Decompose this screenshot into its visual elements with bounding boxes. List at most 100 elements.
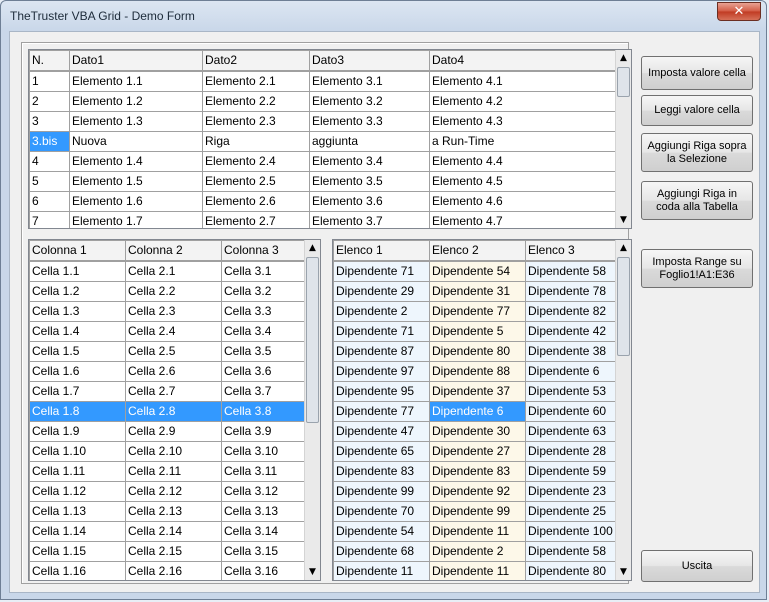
table-cell[interactable]: Cella 1.16 <box>29 561 126 580</box>
table-row[interactable]: Cella 1.2 Cella 2.2 Cella 3.2 <box>29 281 306 302</box>
table-cell[interactable]: Dipendente 87 <box>333 341 430 362</box>
grid-elenchi[interactable]: Elenco 1 Elenco 2 Elenco 3 Dipendente 71 Di… <box>332 239 632 581</box>
table-cell[interactable]: Cella 3.7 <box>221 381 306 402</box>
grid-celle[interactable]: Colonna 1 Colonna 2 Colonna 3 Cella 1.1 Cel… <box>28 239 321 581</box>
table-cell[interactable]: Dipendente 27 <box>429 441 526 462</box>
imposta-range-button[interactable]: Imposta Range su Foglio1!A1:E36 <box>641 249 753 288</box>
table-cell[interactable]: Cella 2.15 <box>125 541 222 562</box>
table-cell[interactable]: Elemento 1.1 <box>69 70 203 92</box>
table-row[interactable]: 5 Elemento 1.5 Elemento 2.5 Elemento 3.5 Ele… <box>29 171 618 192</box>
table-cell[interactable]: Cella 2.16 <box>125 561 222 580</box>
column-header[interactable]: Dato4 <box>429 50 618 72</box>
table-cell[interactable]: Cella 3.16 <box>221 561 306 580</box>
column-header[interactable]: Elenco 1 <box>333 240 430 262</box>
table-row[interactable]: Dipendente 97 Dipendente 88 Dipendente 6 <box>333 361 618 382</box>
table-cell[interactable]: Elemento 1.3 <box>69 111 203 132</box>
table-cell[interactable]: Dipendente 83 <box>429 461 526 482</box>
table-row[interactable]: Cella 1.6 Cella 2.6 Cella 3.6 <box>29 361 306 382</box>
table-cell[interactable]: Dipendente 42 <box>525 321 618 342</box>
table-cell[interactable]: a Run-Time <box>429 131 618 152</box>
table-cell[interactable]: Cella 1.13 <box>29 501 126 522</box>
table-cell[interactable]: Cella 3.8 <box>221 401 306 422</box>
table-row[interactable]: Dipendente 99 Dipendente 92 Dipendente 23 <box>333 481 618 502</box>
table-cell[interactable]: Cella 3.10 <box>221 441 306 462</box>
table-cell[interactable]: Cella 1.10 <box>29 441 126 462</box>
table-cell[interactable]: Dipendente 68 <box>333 541 430 562</box>
title-bar[interactable]: TheTruster VBA Grid - Demo Form ✕ <box>1 1 768 31</box>
table-cell[interactable]: Dipendente 30 <box>429 421 526 442</box>
table-cell[interactable]: Elemento 2.3 <box>202 111 310 132</box>
table-cell[interactable]: Cella 3.11 <box>221 461 306 482</box>
table-row[interactable]: Dipendente 65 Dipendente 27 Dipendente 28 <box>333 441 618 462</box>
table-cell[interactable]: Elemento 2.6 <box>202 191 310 212</box>
table-cell[interactable]: Dipendente 70 <box>333 501 430 522</box>
table-cell[interactable]: Elemento 1.6 <box>69 191 203 212</box>
table-cell[interactable]: Dipendente 6 <box>525 361 618 382</box>
table-row[interactable]: Dipendente 70 Dipendente 99 Dipendente 25 <box>333 501 618 522</box>
scroll-down-arrow-icon[interactable]: ▼ <box>616 212 631 228</box>
table-cell[interactable]: Cella 2.9 <box>125 421 222 442</box>
table-row[interactable]: Cella 1.12 Cella 2.12 Cella 3.12 <box>29 481 306 502</box>
table-row[interactable]: Dipendente 71 Dipendente 5 Dipendente 42 <box>333 321 618 342</box>
table-row[interactable]: Cella 1.7 Cella 2.7 Cella 3.7 <box>29 381 306 402</box>
table-cell[interactable]: Elemento 1.5 <box>69 171 203 192</box>
table-cell[interactable]: Cella 3.2 <box>221 281 306 302</box>
table-cell[interactable]: Dipendente 11 <box>333 561 430 580</box>
table-cell[interactable]: Dipendente 80 <box>525 561 618 580</box>
table-row[interactable]: Dipendente 71 Dipendente 54 Dipendente 58 <box>333 260 618 282</box>
table-cell[interactable]: Cella 3.12 <box>221 481 306 502</box>
table-cell[interactable]: Cella 1.3 <box>29 301 126 322</box>
table-cell[interactable]: 5 <box>29 171 70 192</box>
aggiungi-riga-coda-button[interactable]: Aggiungi Riga in coda alla Tabella <box>641 181 753 220</box>
table-row[interactable]: Dipendente 77 Dipendente 6 Dipendente 60 <box>333 401 618 422</box>
table-cell[interactable]: Dipendente 71 <box>333 321 430 342</box>
table-cell[interactable]: Dipendente 23 <box>525 481 618 502</box>
table-cell[interactable]: Cella 3.13 <box>221 501 306 522</box>
table-row[interactable]: Cella 1.15 Cella 2.15 Cella 3.15 <box>29 541 306 562</box>
table-cell[interactable]: Elemento 1.7 <box>69 211 203 228</box>
table-cell[interactable]: Cella 3.5 <box>221 341 306 362</box>
table-cell[interactable]: Cella 3.14 <box>221 521 306 542</box>
table-row[interactable]: 6 Elemento 1.6 Elemento 2.6 Elemento 3.6 Ele… <box>29 191 618 212</box>
table-cell[interactable]: Nuova <box>69 131 203 152</box>
table-cell[interactable]: Dipendente 80 <box>429 341 526 362</box>
table-cell[interactable]: Cella 2.7 <box>125 381 222 402</box>
table-cell[interactable]: Cella 2.5 <box>125 341 222 362</box>
table-cell[interactable]: Elemento 4.2 <box>429 91 618 112</box>
table-cell[interactable]: Dipendente 78 <box>525 281 618 302</box>
table-cell[interactable]: Elemento 4.6 <box>429 191 618 212</box>
table-cell[interactable]: Dipendente 25 <box>525 501 618 522</box>
scrollbar-thumb[interactable] <box>617 67 630 97</box>
table-cell[interactable]: Cella 1.6 <box>29 361 126 382</box>
table-cell[interactable]: Elemento 4.3 <box>429 111 618 132</box>
table-cell[interactable]: Dipendente 71 <box>333 260 430 282</box>
table-row[interactable]: Dipendente 11 Dipendente 11 Dipendente 80 <box>333 561 618 580</box>
table-cell[interactable]: Elemento 4.1 <box>429 70 618 92</box>
table-cell[interactable]: Elemento 4.5 <box>429 171 618 192</box>
scroll-up-arrow-icon[interactable]: ▲ <box>616 240 631 256</box>
table-cell[interactable]: Dipendente 97 <box>333 361 430 382</box>
table-cell[interactable]: Dipendente 60 <box>525 401 618 422</box>
table-cell[interactable]: 3.bis <box>29 131 70 152</box>
table-cell[interactable]: Dipendente 29 <box>333 281 430 302</box>
table-cell[interactable]: Dipendente 77 <box>333 401 430 422</box>
column-header[interactable]: Elenco 2 <box>429 240 526 262</box>
table-cell[interactable]: Elemento 2.7 <box>202 211 310 228</box>
table-row[interactable]: Dipendente 95 Dipendente 37 Dipendente 53 <box>333 381 618 402</box>
table-cell[interactable]: Cella 3.4 <box>221 321 306 342</box>
table-cell[interactable]: Elemento 3.6 <box>309 191 430 212</box>
table-cell[interactable]: Riga <box>202 131 310 152</box>
table-cell[interactable]: Cella 3.15 <box>221 541 306 562</box>
table-cell[interactable]: Dipendente 88 <box>429 361 526 382</box>
table-cell[interactable]: Elemento 3.1 <box>309 70 430 92</box>
table-row[interactable]: 4 Elemento 1.4 Elemento 2.4 Elemento 3.4 Ele… <box>29 151 618 172</box>
table-row[interactable]: 3 Elemento 1.3 Elemento 2.3 Elemento 3.3 Ele… <box>29 111 618 132</box>
table-cell[interactable]: Cella 3.6 <box>221 361 306 382</box>
table-row[interactable]: Cella 1.14 Cella 2.14 Cella 3.14 <box>29 521 306 542</box>
table-cell[interactable]: Cella 1.11 <box>29 461 126 482</box>
close-button[interactable]: ✕ <box>717 2 761 21</box>
table-cell[interactable]: Dipendente 58 <box>525 260 618 282</box>
table-cell[interactable]: Cella 1.14 <box>29 521 126 542</box>
table-row[interactable]: Cella 1.13 Cella 2.13 Cella 3.13 <box>29 501 306 522</box>
imposta-valore-cella-button[interactable]: Imposta valore cella <box>641 56 753 90</box>
